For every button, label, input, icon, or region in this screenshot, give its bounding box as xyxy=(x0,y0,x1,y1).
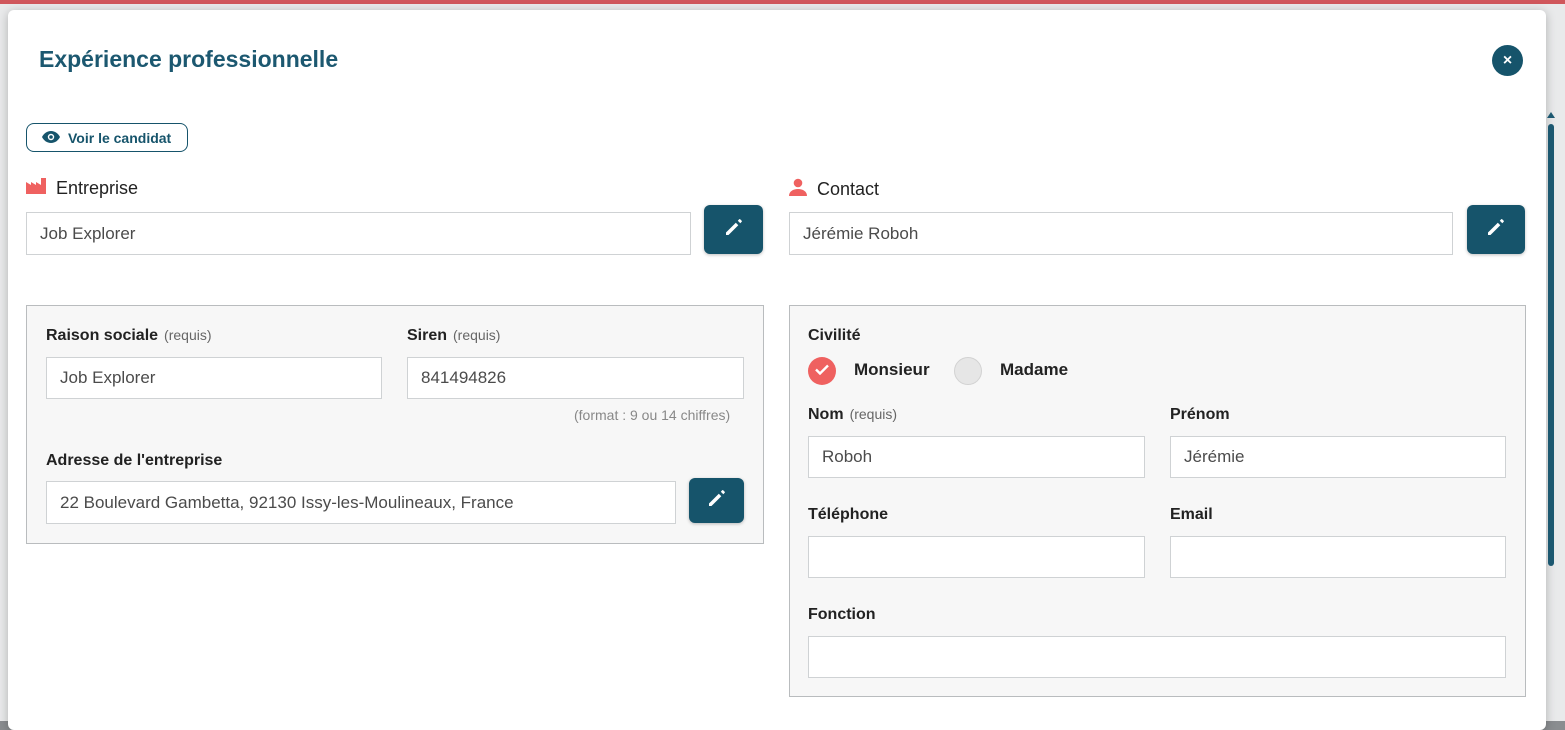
radio-madame-label: Madame xyxy=(1000,360,1069,379)
siren-label: Siren (requis) xyxy=(407,327,501,344)
edit-address-button[interactable] xyxy=(689,478,744,523)
company-heading: Entreprise xyxy=(26,178,138,199)
contact-heading-label: Contact xyxy=(817,179,880,199)
telephone-input[interactable] xyxy=(808,536,1145,578)
pencil-icon xyxy=(1486,217,1506,242)
company-details-panel: Raison sociale (requis) Job Explorer Sire… xyxy=(26,305,764,544)
address-label: Adresse de l'entreprise xyxy=(46,452,223,469)
experience-modal: Expérience professionnelle × Voir le can… xyxy=(8,10,1546,730)
close-icon: × xyxy=(1502,51,1513,69)
email-input[interactable] xyxy=(1170,536,1506,578)
modal-scrollbar[interactable] xyxy=(1546,112,1555,567)
scrollbar-thumb[interactable] xyxy=(1548,124,1554,566)
radio-madame[interactable] xyxy=(954,357,982,385)
nom-label: Nom (requis) xyxy=(808,406,898,423)
raison-sociale-input[interactable]: Job Explorer xyxy=(46,357,382,399)
email-label: Email xyxy=(1170,506,1213,523)
backdrop-top-line xyxy=(0,0,1565,4)
radio-monsieur[interactable] xyxy=(808,357,836,385)
modal-title: Expérience professionnelle xyxy=(39,46,339,72)
company-heading-label: Entreprise xyxy=(56,178,139,198)
civility-label: Civilité xyxy=(808,327,861,344)
pencil-icon xyxy=(724,217,744,242)
edit-contact-button[interactable] xyxy=(1467,205,1525,254)
check-icon xyxy=(815,362,829,380)
prenom-label: Prénom xyxy=(1170,406,1230,423)
telephone-label: Téléphone xyxy=(808,506,889,523)
fonction-input[interactable] xyxy=(808,636,1506,678)
close-button[interactable]: × xyxy=(1492,45,1523,76)
user-icon xyxy=(789,178,807,201)
eye-icon xyxy=(42,130,60,146)
pencil-icon xyxy=(707,488,727,513)
view-candidate-label: Voir le candidat xyxy=(68,129,172,146)
edit-company-button[interactable] xyxy=(704,205,763,254)
factory-icon xyxy=(26,178,46,199)
view-candidate-button[interactable]: Voir le candidat xyxy=(26,123,188,152)
radio-monsieur-label: Monsieur xyxy=(854,360,930,379)
scroll-up-icon[interactable] xyxy=(1547,112,1555,118)
contact-name-input[interactable]: Jérémie Roboh xyxy=(789,212,1453,255)
siren-format-hint: (format : 9 ou 14 chiffres) xyxy=(574,407,731,423)
prenom-input[interactable]: Jérémie xyxy=(1170,436,1506,478)
siren-input[interactable]: 841494826 xyxy=(407,357,744,399)
company-name-input[interactable]: Job Explorer xyxy=(26,212,691,255)
contact-details-panel: Civilité Monsieur Madame Nom (requis) Rob… xyxy=(789,305,1526,697)
nom-input[interactable]: Roboh xyxy=(808,436,1145,478)
raison-sociale-label: Raison sociale (requis) xyxy=(46,327,212,344)
fonction-label: Fonction xyxy=(808,606,876,623)
contact-heading: Contact xyxy=(789,178,879,201)
address-input[interactable]: 22 Boulevard Gambetta, 92130 Issy-les-Mo… xyxy=(46,481,676,524)
